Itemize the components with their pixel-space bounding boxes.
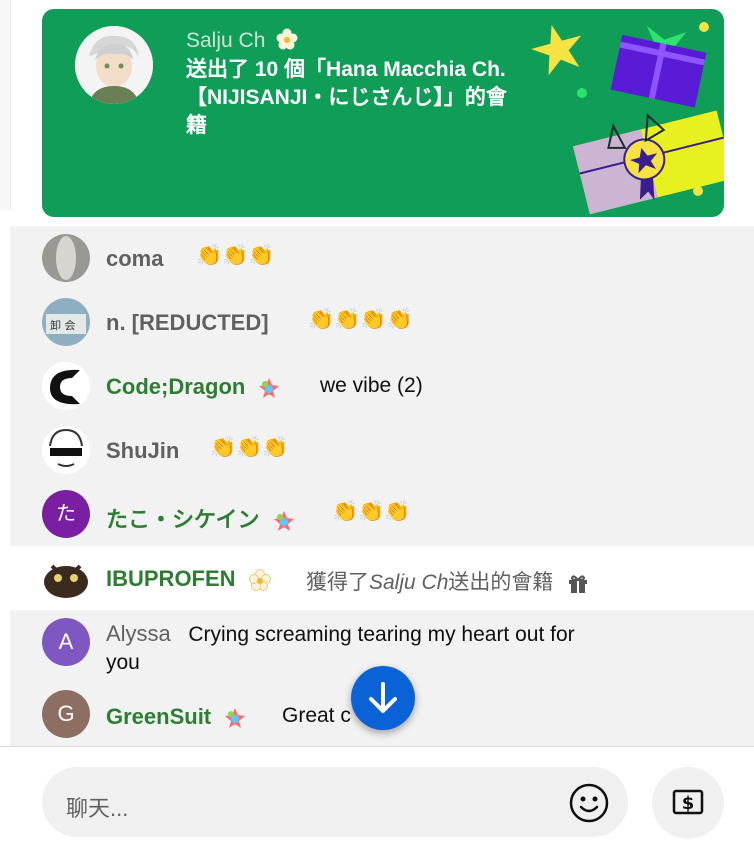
chat-input[interactable]: 聊天... [42, 767, 628, 837]
author-avatar[interactable]: G [42, 690, 90, 738]
chat-input-bar: 聊天... $ [0, 746, 754, 839]
emoji-icon[interactable] [568, 782, 610, 824]
chat-message: Code;Dragon we vibe (2) [10, 354, 754, 418]
author-label: IBUPROFEN [106, 566, 236, 591]
gift-box-illustration [531, 22, 724, 215]
author-name[interactable]: GreenSuit [106, 704, 247, 730]
scroll-to-bottom-button[interactable] [351, 666, 415, 730]
author-name[interactable]: ShuJin [106, 438, 179, 464]
chat-message: coma 👏👏👏 [10, 226, 754, 290]
gift-text-prefix: 獲得了 [306, 571, 369, 594]
author-name[interactable]: n. [REDUCTED] [106, 310, 269, 336]
gift-sender-label: Salju Ch [186, 29, 266, 52]
author-name[interactable]: たこ・シケイン [106, 502, 296, 534]
gift-received-text: 獲得了Salju Ch送出的會籍 [306, 566, 589, 596]
dollar-icon: $ [672, 789, 704, 815]
chat-input-placeholder: 聊天... [66, 796, 129, 821]
message-text: we vibe (2) [320, 374, 423, 397]
gift-message: 送出了 10 個「Hana Macchia Ch.【NIJISANJI・にじさん… [186, 58, 507, 137]
sender-avatar[interactable] [75, 26, 153, 104]
author-avatar[interactable] [42, 426, 90, 474]
message-text: 👏👏👏 [332, 500, 411, 523]
member-badge-icon [273, 511, 294, 532]
gift-text-sender: Salju Ch [369, 571, 449, 594]
message-text: Great c [282, 704, 351, 727]
gift-sender-name[interactable]: Salju Ch [186, 28, 299, 53]
arrow-down-icon [369, 682, 397, 713]
chat-message: ShuJin 👏👏👏 [10, 418, 754, 482]
chat-message: 卸 会 n. [REDUCTED] 👏👏👏👏 [10, 290, 754, 354]
gift-text-suffix: 送出的會籍 [448, 571, 554, 594]
author-label: たこ・シケイン [106, 507, 260, 532]
author-avatar[interactable]: A [42, 618, 90, 666]
gift-received-message: IBUPROFEN 獲得了Salju Ch送出的會籍 [10, 546, 754, 610]
flower-badge-icon [248, 569, 271, 592]
gift-membership-banner: Salju Ch 送出了 10 個「Hana Macchia Ch.【NIJIS… [42, 9, 724, 217]
author-avatar[interactable]: 卸 会 [42, 298, 90, 346]
author-name[interactable]: coma [106, 246, 163, 272]
flower-badge-icon [276, 28, 298, 50]
message-text: 👏👏👏 [210, 436, 289, 459]
svg-text:卸 会: 卸 会 [50, 318, 76, 332]
message-text: 👏👏👏👏 [308, 308, 413, 331]
message-body: Alyssa Crying screaming tearing my heart… [106, 620, 726, 677]
message-text: 👏👏👏 [196, 244, 275, 267]
gift-icon [569, 575, 588, 594]
author-label: Code;Dragon [106, 374, 246, 399]
member-badge-icon [259, 378, 280, 399]
author-label: GreenSuit [106, 704, 212, 729]
author-name[interactable]: Alyssa [106, 621, 171, 646]
super-chat-button[interactable]: $ [652, 767, 724, 839]
message-text: Crying screaming tearing my heart out fo… [188, 623, 575, 646]
author-avatar[interactable] [42, 362, 90, 410]
author-avatar[interactable] [42, 234, 90, 282]
message-text-continued: you [106, 651, 140, 674]
svg-text:$: $ [682, 793, 695, 814]
author-name[interactable]: IBUPROFEN [106, 566, 272, 592]
chat-message: た たこ・シケイン 👏👏👏 [10, 482, 754, 546]
author-avatar[interactable] [42, 554, 90, 602]
author-avatar[interactable]: た [42, 490, 90, 538]
side-strip [0, 0, 11, 210]
author-name[interactable]: Code;Dragon [106, 374, 281, 400]
member-badge-icon [225, 708, 246, 729]
